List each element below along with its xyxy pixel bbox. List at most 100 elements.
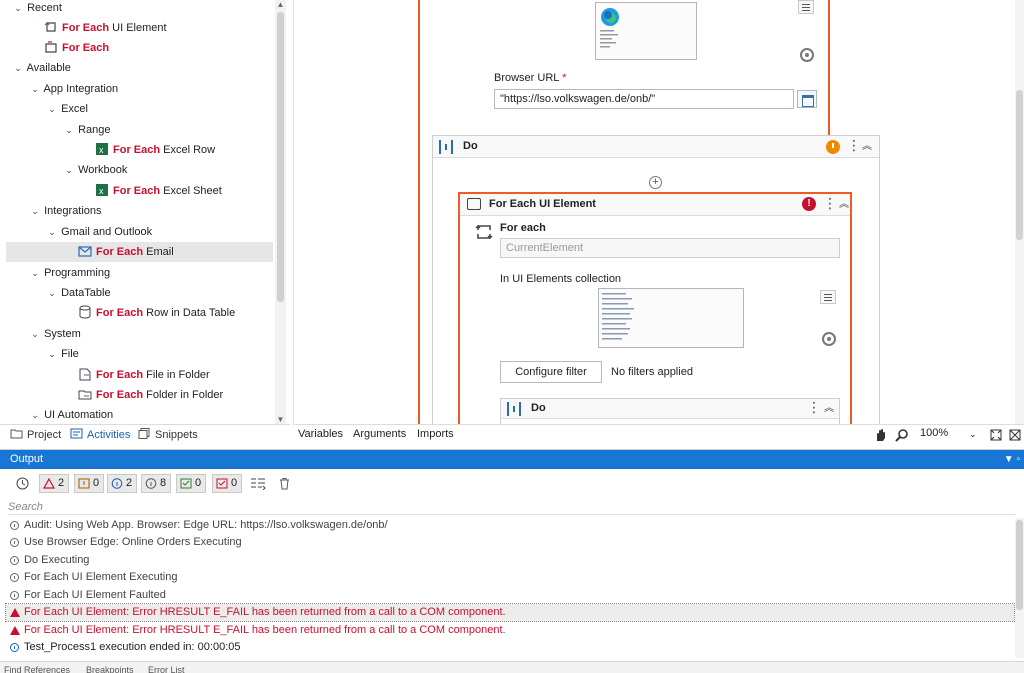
tree-item-for-each-ui-element[interactable]: For Each UI Element	[44, 18, 167, 38]
log-row-error[interactable]: For Each UI Element: Error HRESULT E_FAI…	[6, 622, 1014, 639]
chevron-down-icon: ⌄	[48, 104, 56, 114]
collapse-icon[interactable]: ︽	[861, 140, 873, 154]
add-activity-icon[interactable]: +	[649, 176, 662, 189]
collapse-icon[interactable]: ︽	[823, 402, 835, 416]
tree-item-for-each-excel-row[interactable]: x For Each Excel Row	[95, 140, 215, 160]
zoom-level-select[interactable]: 100%	[920, 427, 948, 439]
tree-item-for-each-excel-sheet[interactable]: x For Each Excel Sheet	[95, 181, 222, 201]
log-row[interactable]: Use Browser Edge: Online Orders Executin…	[6, 534, 1014, 551]
tree-item-for-each-file-in-folder[interactable]: For Each File in Folder	[78, 365, 210, 385]
scrollbar-thumb[interactable]	[1016, 520, 1023, 610]
more-options-icon[interactable]	[823, 195, 837, 212]
target-icon[interactable]	[822, 332, 836, 346]
clock-icon[interactable]	[16, 477, 29, 490]
tab-project[interactable]: Project	[10, 427, 61, 443]
designer-canvas[interactable]: Browser URL * "https://lso.volkswagen.de…	[293, 0, 1024, 424]
filter-info-button[interactable]: 2	[107, 474, 138, 493]
output-panel-title[interactable]: Output ▼ ▫	[0, 450, 1024, 469]
chevron-down-icon: ⌄	[31, 410, 39, 420]
for-each-icon	[467, 198, 481, 210]
for-each-ui-element-activity[interactable]: For Each UI Element ! ︽ For each Current…	[458, 192, 852, 424]
filter-warnings-button[interactable]: 0	[74, 474, 105, 493]
output-scrollbar[interactable]	[1015, 518, 1024, 658]
browser-screenshot-thumbnail[interactable]	[595, 2, 697, 60]
filter-trace-button[interactable]: 8	[141, 474, 172, 493]
scroll-up-icon[interactable]: ▲	[275, 0, 286, 9]
tree-group-ui-automation[interactable]: ⌄ UI Automation	[29, 405, 113, 424]
tab-find-references[interactable]: Find References	[4, 665, 70, 673]
log-row-info[interactable]: Test_Process1 execution ended in: 00:00:…	[6, 639, 1014, 656]
tab-variables[interactable]: Variables	[298, 428, 343, 440]
tab-snippets[interactable]: Snippets	[138, 427, 198, 443]
critical-count: 0	[231, 477, 238, 489]
do-sequence-header[interactable]: Do ︽	[433, 136, 879, 158]
tree-group-range[interactable]: ⌄ Range	[63, 120, 110, 140]
canvas-scrollbar[interactable]	[1015, 0, 1024, 424]
folder-icon	[10, 428, 23, 439]
tree-group-integrations[interactable]: ⌄ Integrations	[29, 201, 101, 221]
filter-critical-button[interactable]: 0	[212, 474, 243, 493]
tree-item-for-each-row-in-datatable[interactable]: For Each Row in Data Table	[78, 303, 235, 323]
scroll-down-icon[interactable]: ▼	[275, 415, 286, 424]
tab-activities[interactable]: Activities	[70, 427, 130, 443]
inner-do-header[interactable]: Do ︽	[501, 399, 839, 419]
error-icon[interactable]: !	[802, 197, 816, 211]
browser-url-input[interactable]: "https://lso.volkswagen.de/onb/"	[494, 89, 794, 109]
loop-arrows-icon	[475, 225, 493, 239]
tree-group-system[interactable]: ⌄ System	[29, 324, 81, 344]
tree-group-file[interactable]: ⌄ File	[46, 344, 79, 364]
filter-errors-button[interactable]: 2	[39, 474, 70, 493]
browser-picker-icon[interactable]	[797, 90, 817, 108]
zoom-icon[interactable]	[895, 428, 909, 442]
tree-group-workbook[interactable]: ⌄ Workbook	[63, 160, 127, 180]
target-icon[interactable]	[800, 48, 814, 62]
pin-icon[interactable]: ▼ ▫	[1004, 450, 1020, 469]
hand-tool-icon[interactable]	[873, 428, 887, 442]
tree-group-available[interactable]: ⌄ Available	[12, 58, 71, 78]
ui-elements-screenshot-thumbnail[interactable]	[598, 288, 744, 348]
more-options-icon[interactable]	[847, 137, 861, 154]
more-options-icon[interactable]	[807, 399, 821, 416]
log-row-error-selected[interactable]: For Each UI Element: Error HRESULT E_FAI…	[5, 603, 1015, 622]
log-row[interactable]: Do Executing	[6, 552, 1014, 569]
log-row[interactable]: Audit: Using Web App. Browser: Edge URL:…	[6, 517, 1014, 534]
scrollbar-thumb[interactable]	[277, 12, 284, 302]
current-element-input[interactable]: CurrentElement	[500, 238, 840, 258]
menu-icon[interactable]	[820, 290, 836, 304]
tree-item-for-each[interactable]: For Each	[44, 38, 109, 58]
tree-group-recent[interactable]: ⌄ Recent	[12, 0, 62, 18]
scrollbar-thumb[interactable]	[1016, 90, 1023, 240]
tab-arguments[interactable]: Arguments	[353, 428, 406, 440]
tree-group-excel[interactable]: ⌄ Excel	[46, 99, 88, 119]
tree-group-gmail-outlook[interactable]: ⌄ Gmail and Outlook	[46, 222, 152, 242]
trash-icon[interactable]	[278, 477, 291, 490]
info-icon	[10, 643, 19, 652]
configure-filter-button[interactable]: Configure filter	[500, 361, 602, 383]
overview-icon[interactable]	[1009, 428, 1021, 442]
tree-group-datatable[interactable]: ⌄ DataTable	[46, 283, 110, 303]
chevron-down-icon[interactable]: ⌄	[969, 429, 977, 440]
trace-icon	[10, 538, 19, 547]
tab-error-list[interactable]: Error List	[148, 665, 185, 673]
tree-group-programming[interactable]: ⌄ Programming	[29, 263, 110, 283]
list-filter-icon[interactable]	[250, 477, 266, 490]
fit-to-screen-icon[interactable]	[989, 428, 1003, 442]
for-each-ui-element-header[interactable]: For Each UI Element ! ︽	[460, 194, 850, 216]
sequence-icon	[507, 402, 521, 416]
filter-verbose-button[interactable]: 0	[176, 474, 207, 493]
tree-item-for-each-folder-in-folder[interactable]: For Each Folder in Folder	[78, 385, 223, 405]
filters-status: No filters applied	[611, 366, 693, 378]
collection-label: In UI Elements collection	[500, 273, 622, 285]
log-row[interactable]: For Each UI Element Faulted	[6, 587, 1014, 604]
tab-breakpoints[interactable]: Breakpoints	[86, 665, 134, 673]
tree-group-app-integration[interactable]: ⌄ App Integration	[29, 79, 118, 99]
menu-icon[interactable]	[798, 0, 814, 14]
activities-scrollbar[interactable]: ▲ ▼	[275, 0, 286, 424]
output-search-input[interactable]: Search	[8, 499, 1016, 515]
tree-item-for-each-email[interactable]: For Each Email	[6, 242, 273, 262]
collapse-icon[interactable]: ︽	[838, 198, 850, 212]
error-triangle-icon	[10, 626, 20, 635]
chevron-down-icon: ⌄	[31, 268, 39, 278]
tab-imports[interactable]: Imports	[417, 428, 454, 440]
log-row[interactable]: For Each UI Element Executing	[6, 569, 1014, 586]
